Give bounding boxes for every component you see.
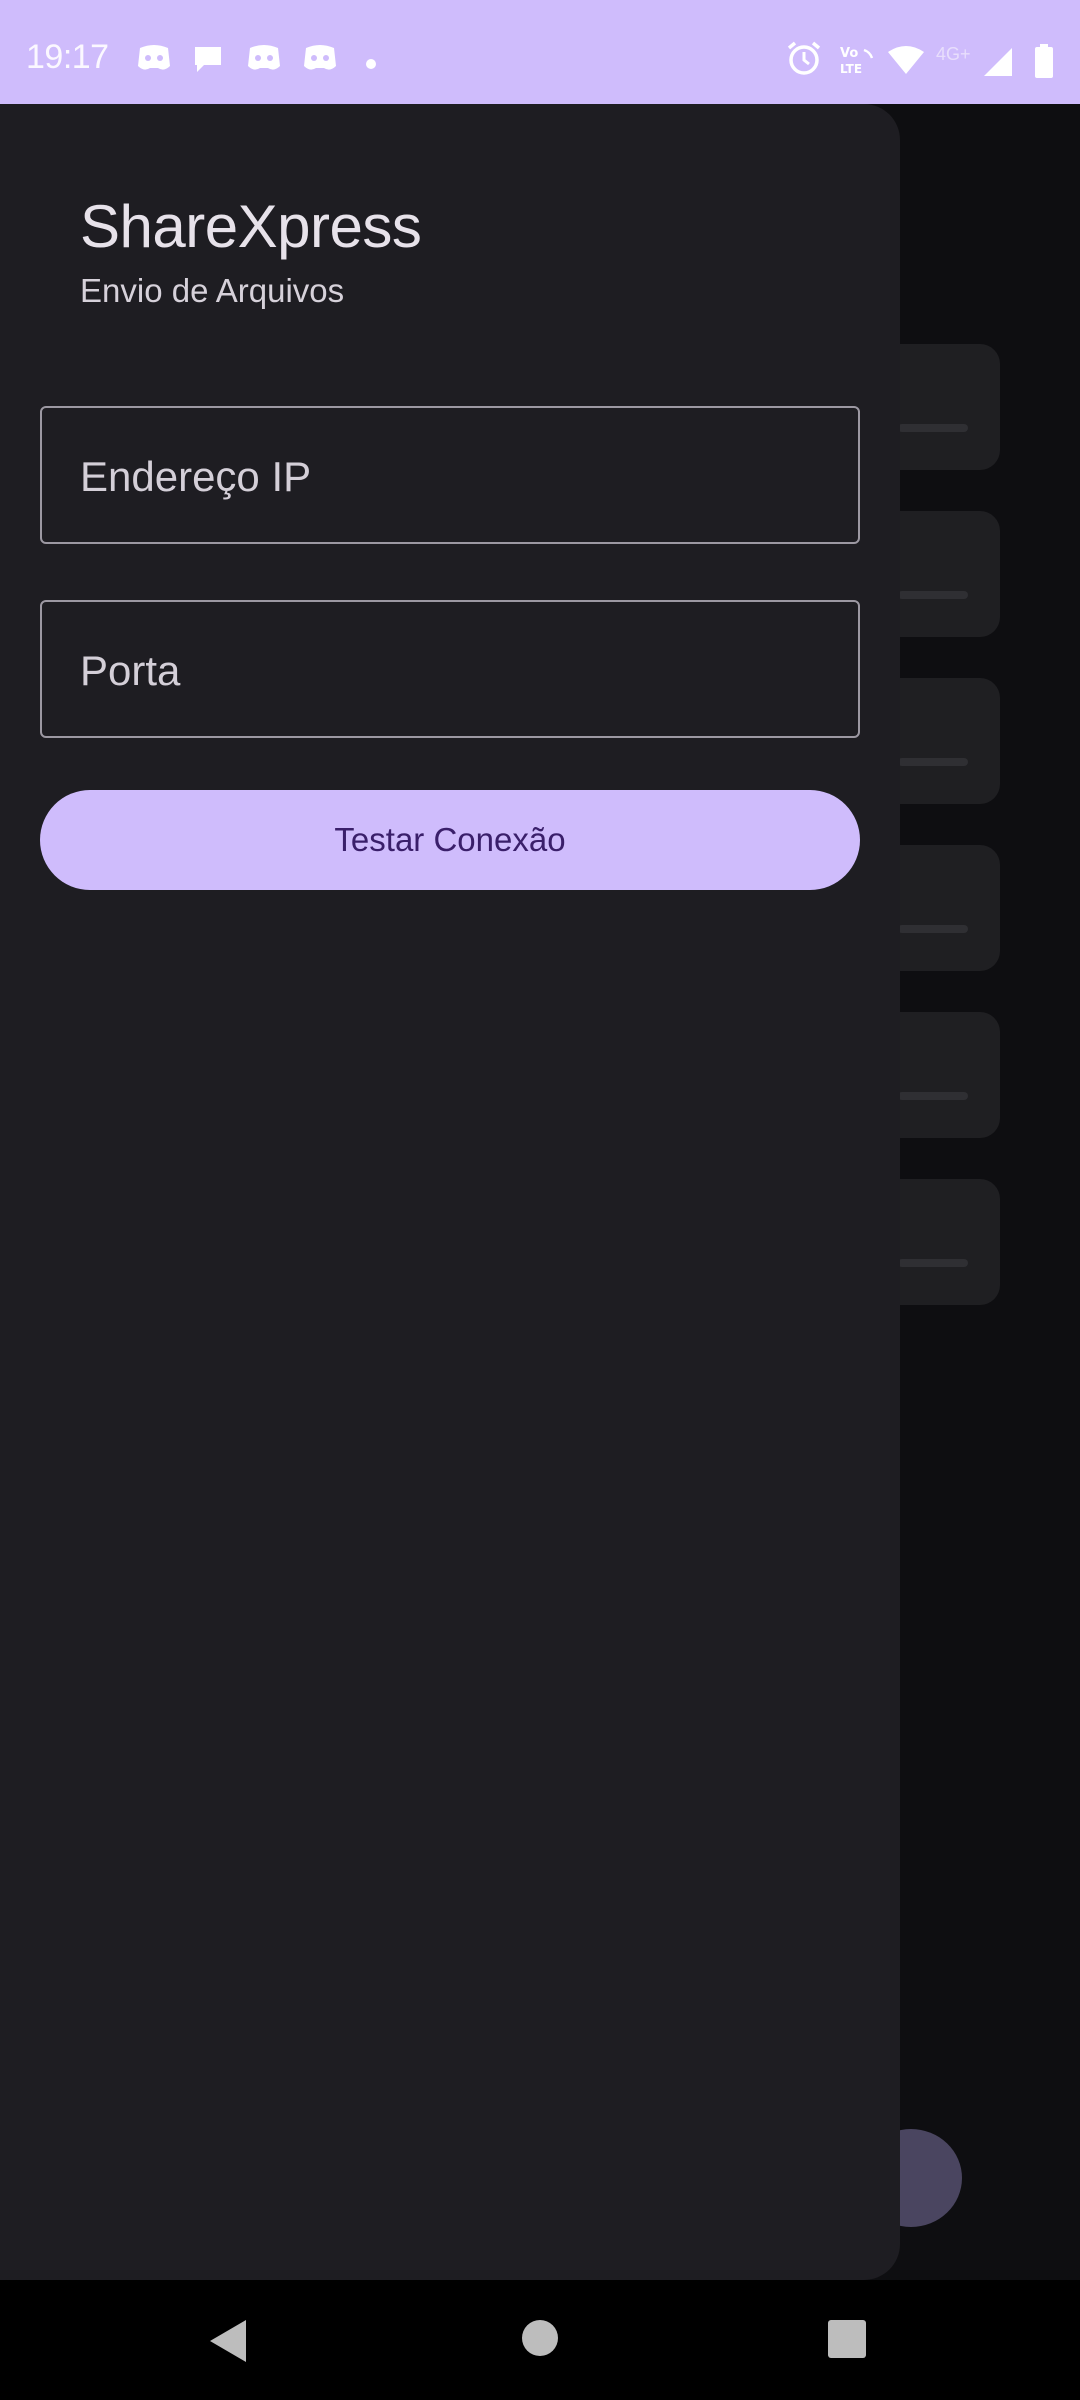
discord-icon xyxy=(246,44,282,79)
test-connection-label: Testar Conexão xyxy=(334,821,566,858)
wifi-icon xyxy=(886,44,926,81)
app-subtitle: Envio de Arquivos xyxy=(80,272,345,309)
signal-icon xyxy=(982,46,1014,83)
volte-icon: Vo LTE xyxy=(838,44,878,81)
navigation-drawer: ShareXpress Envio de Arquivos Endereço I… xyxy=(0,104,900,2280)
ip-address-field[interactable]: Endereço IP xyxy=(40,406,860,544)
home-icon[interactable] xyxy=(522,2320,558,2361)
ip-address-placeholder: Endereço IP xyxy=(80,453,312,500)
back-icon[interactable] xyxy=(206,2318,250,2369)
chat-icon xyxy=(192,44,224,79)
svg-text:LTE: LTE xyxy=(840,62,862,76)
svg-text:Vo: Vo xyxy=(840,46,858,61)
status-bar: 19:17 Vo LTE 4G+ xyxy=(0,0,1080,104)
port-field[interactable]: Porta xyxy=(40,600,860,738)
dot-icon xyxy=(366,56,376,74)
discord-icon xyxy=(302,44,338,79)
battery-icon xyxy=(1034,44,1054,83)
discord-icon xyxy=(136,44,172,79)
port-placeholder: Porta xyxy=(80,647,181,694)
app-title: ShareXpress xyxy=(80,193,422,260)
alarm-icon xyxy=(786,40,822,81)
status-time: 19:17 xyxy=(26,38,109,76)
network-type-label: 4G+ xyxy=(936,44,971,64)
test-connection-button[interactable]: Testar Conexão xyxy=(40,790,860,890)
system-nav-bar xyxy=(0,2280,1080,2400)
recents-icon[interactable] xyxy=(828,2320,866,2363)
